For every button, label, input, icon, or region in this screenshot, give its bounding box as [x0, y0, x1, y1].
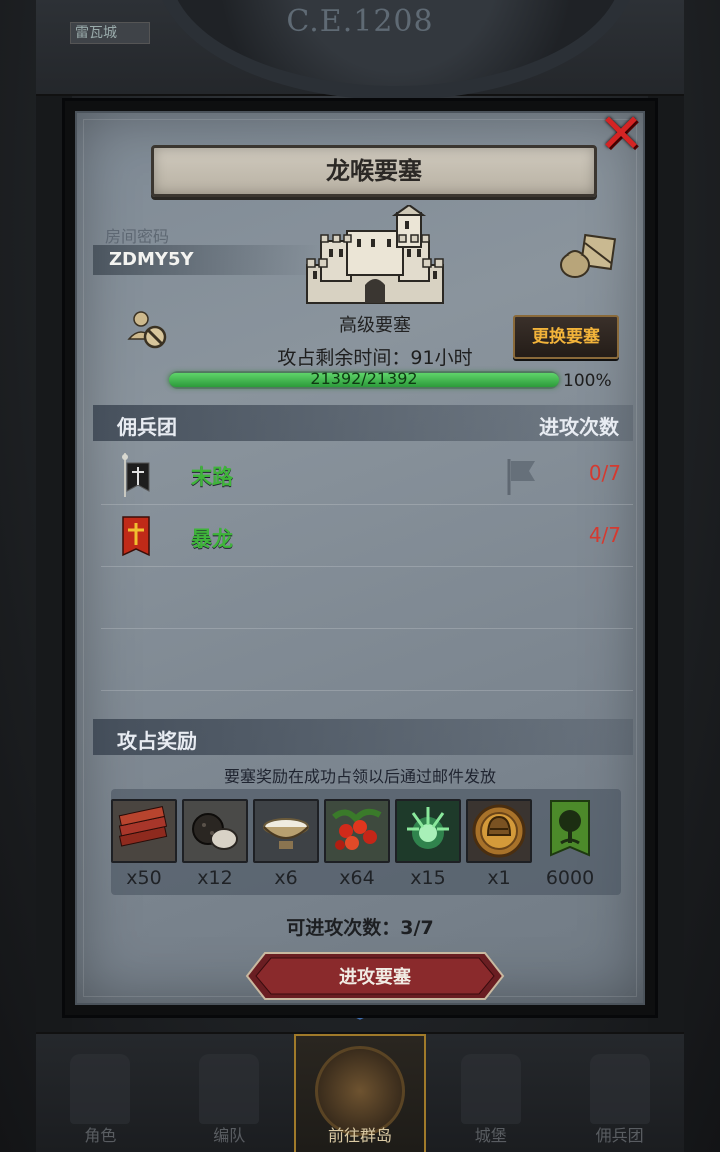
reward-qty: x15 — [410, 867, 446, 889]
nav-castle[interactable]: 城堡 — [426, 1034, 555, 1152]
empty-mercenary-row — [101, 629, 633, 691]
attacks-available: 可进攻次数：3/7 — [286, 917, 434, 939]
reward-qty: x6 — [274, 867, 298, 889]
reward-item[interactable]: x1 — [466, 799, 532, 889]
nav-label: 角色 — [84, 1126, 117, 1145]
nav-label: 前往群岛 — [327, 1126, 392, 1145]
occupation-time-left: 攻占剩余时间：91小时 — [277, 347, 473, 369]
berries-icon — [324, 799, 390, 863]
fortress-hp-bar: 21392/21392 — [169, 369, 559, 389]
attack-count: 4/7 — [588, 523, 621, 547]
nature-rune-icon — [395, 799, 461, 863]
castle-icon — [460, 1054, 521, 1124]
nav-character[interactable]: 角色 — [36, 1034, 165, 1152]
fortress-level: 高级要塞 — [339, 315, 411, 336]
tree-banner-icon — [537, 799, 603, 863]
reward-item[interactable]: x12 — [182, 799, 248, 889]
nav-go-islands[interactable]: ︾ 前往群岛 — [293, 1006, 427, 1152]
reward-item[interactable]: x15 — [395, 799, 461, 889]
supply-bag-icon[interactable] — [559, 233, 617, 279]
bottom-nav: 角色 编队 ︾ 前往群岛 城堡 佣兵团 — [36, 1006, 684, 1152]
truffle-icon — [182, 799, 248, 863]
nav-label: 编队 — [213, 1126, 246, 1145]
reward-header-label: 攻占奖励 — [117, 729, 197, 753]
mercenary-icon — [589, 1054, 650, 1124]
attack-count-header-label: 进攻次数 — [539, 415, 619, 439]
milk-bowl-icon — [253, 799, 319, 863]
hp-value-text: 21392/21392 — [310, 369, 418, 388]
red-banner-icon — [122, 516, 150, 557]
city-tab[interactable]: 雷瓦城 — [70, 22, 150, 44]
reward-qty: x12 — [197, 867, 233, 889]
reward-item[interactable]: 6000 — [537, 799, 603, 889]
no-mercenary-icon[interactable] — [125, 307, 169, 351]
flag-icon — [507, 459, 535, 495]
room-code[interactable]: ZDMY5Y — [109, 249, 194, 270]
reward-qty: x1 — [487, 867, 511, 889]
close-icon[interactable]: ✕ — [595, 107, 647, 163]
reward-item[interactable]: x64 — [324, 799, 390, 889]
empty-mercenary-row — [101, 567, 633, 629]
modal-panel: 龙喉要塞 房间密码 ZDMY5Y 高级要塞 攻占剩余时间：91小时 更换要塞 2… — [75, 107, 647, 1005]
reward-qty: x50 — [126, 867, 162, 889]
nav-mercenary[interactable]: 佣兵团 — [555, 1034, 684, 1152]
helmet-medal-icon — [466, 799, 532, 863]
attack-button-label: 进攻要塞 — [339, 967, 411, 988]
attack-fortress-button[interactable]: 进攻要塞 — [245, 951, 505, 1001]
reward-list: x50 x12 x6 x64 x15 x1 6000 — [111, 789, 621, 895]
reward-item[interactable]: x6 — [253, 799, 319, 889]
reward-qty: x64 — [339, 867, 375, 889]
mercenary-name: 暴龙 — [191, 527, 233, 551]
mercenary-section-header: 佣兵团 进攻次数 — [93, 405, 633, 441]
nav-label: 城堡 — [474, 1126, 507, 1145]
mercenary-name: 末路 — [191, 465, 233, 489]
hp-percent: 100% — [563, 371, 612, 391]
fortress-modal: 龙喉要塞 房间密码 ZDMY5Y 高级要塞 攻占剩余时间：91小时 更换要塞 2… — [62, 98, 658, 1018]
mercenary-header-label: 佣兵团 — [117, 415, 177, 439]
fortress-icon — [306, 205, 444, 304]
attack-count: 0/7 — [588, 461, 621, 485]
reward-note: 要塞奖励在成功占领以后通过邮件发放 — [223, 767, 496, 786]
reward-qty: 6000 — [545, 867, 595, 889]
knight-icon — [70, 1054, 131, 1124]
mercenary-row[interactable]: 暴龙 4/7 — [101, 505, 633, 567]
modal-title: 龙喉要塞 — [151, 145, 597, 197]
reward-item[interactable]: x50 — [111, 799, 177, 889]
wood-planks-icon — [111, 799, 177, 863]
mercenary-row[interactable]: 末路 0/7 — [101, 443, 633, 505]
reward-section-header: 攻占奖励 — [93, 719, 633, 755]
room-password-label: 房间密码 — [105, 227, 170, 246]
change-fortress-button[interactable]: 更换要塞 — [513, 315, 619, 359]
nav-formation[interactable]: 编队 — [165, 1034, 294, 1152]
nav-label: 佣兵团 — [595, 1126, 644, 1145]
formation-icon — [199, 1054, 260, 1124]
black-banner-icon — [122, 453, 150, 497]
